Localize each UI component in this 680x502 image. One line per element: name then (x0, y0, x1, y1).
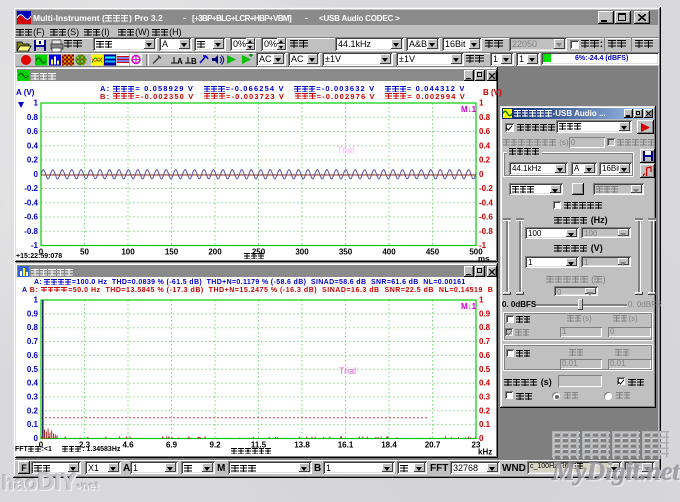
svg-text:9.2: 9.2 (209, 441, 221, 450)
svg-text:0.8: 0.8 (479, 323, 491, 332)
svg-text:0.4: 0.4 (27, 141, 39, 150)
svg-text:-0.2: -0.2 (479, 184, 493, 193)
svg-text:0: 0 (34, 170, 39, 179)
svg-text:450: 450 (426, 248, 440, 257)
svg-text:kHz: kHz (478, 448, 492, 457)
svg-text:0.6: 0.6 (27, 127, 39, 136)
svg-text:B: B (191, 57, 197, 66)
svg-text:-0.6: -0.6 (479, 213, 493, 222)
svg-text:0.1: 0.1 (479, 420, 491, 429)
svg-text:13.8: 13.8 (294, 441, 310, 450)
svg-text:0.9: 0.9 (27, 309, 39, 318)
svg-text:1: 1 (479, 296, 484, 305)
svg-text:6.9: 6.9 (166, 441, 178, 450)
svg-text:-0.4: -0.4 (479, 198, 493, 207)
svg-text:Trial: Trial (337, 145, 354, 155)
svg-text:M↓1: M↓1 (461, 105, 477, 114)
svg-text:16.1: 16.1 (338, 441, 354, 450)
svg-text:-0.4: -0.4 (24, 198, 38, 207)
svg-text:0.1: 0.1 (27, 420, 39, 429)
svg-text:0.2: 0.2 (27, 156, 39, 165)
svg-text:-1: -1 (31, 241, 39, 250)
svg-text:ms: ms (478, 255, 490, 263)
svg-text:-0.8: -0.8 (24, 227, 38, 236)
svg-text:50: 50 (80, 248, 89, 257)
svg-text:200: 200 (208, 248, 222, 257)
svg-text:1: 1 (34, 99, 39, 108)
svg-text:1: 1 (34, 296, 39, 305)
svg-text:0.4: 0.4 (27, 379, 39, 388)
svg-text:Trial: Trial (339, 366, 356, 376)
svg-text:20.7: 20.7 (425, 441, 441, 450)
svg-text:0.2: 0.2 (27, 406, 39, 415)
svg-text:0.8: 0.8 (479, 113, 491, 122)
svg-text:0.6: 0.6 (479, 351, 491, 360)
svg-text:350: 350 (339, 248, 353, 257)
svg-text:0.5: 0.5 (27, 365, 39, 374)
svg-text:0: 0 (479, 170, 484, 179)
svg-text:0.6: 0.6 (479, 127, 491, 136)
svg-text:150: 150 (165, 248, 179, 257)
svg-text:0.7: 0.7 (27, 337, 39, 346)
svg-text:0.4: 0.4 (479, 379, 491, 388)
svg-text:A: A (177, 57, 183, 66)
svg-text:100: 100 (121, 248, 135, 257)
svg-text:0.3: 0.3 (27, 392, 39, 401)
svg-text:4.6: 4.6 (122, 441, 134, 450)
svg-text:0.3: 0.3 (479, 392, 491, 401)
svg-text:0.6: 0.6 (27, 351, 39, 360)
svg-text:0.9: 0.9 (479, 309, 491, 318)
svg-text:300: 300 (295, 248, 309, 257)
svg-text:0.4: 0.4 (479, 141, 491, 150)
svg-text:1: 1 (479, 99, 484, 108)
svg-text:-0.8: -0.8 (479, 227, 493, 236)
svg-text:0.5: 0.5 (479, 365, 491, 374)
svg-text:18.4: 18.4 (381, 441, 397, 450)
svg-text:0.8: 0.8 (27, 113, 39, 122)
svg-text:0.2: 0.2 (479, 406, 491, 415)
svg-text:0.7: 0.7 (479, 337, 491, 346)
svg-text:0.8: 0.8 (27, 323, 39, 332)
svg-text:-0.2: -0.2 (24, 184, 38, 193)
svg-text:M↓1: M↓1 (461, 302, 477, 311)
svg-text:0.2: 0.2 (479, 156, 491, 165)
svg-text:400: 400 (382, 248, 396, 257)
svg-text:-0.6: -0.6 (24, 213, 38, 222)
